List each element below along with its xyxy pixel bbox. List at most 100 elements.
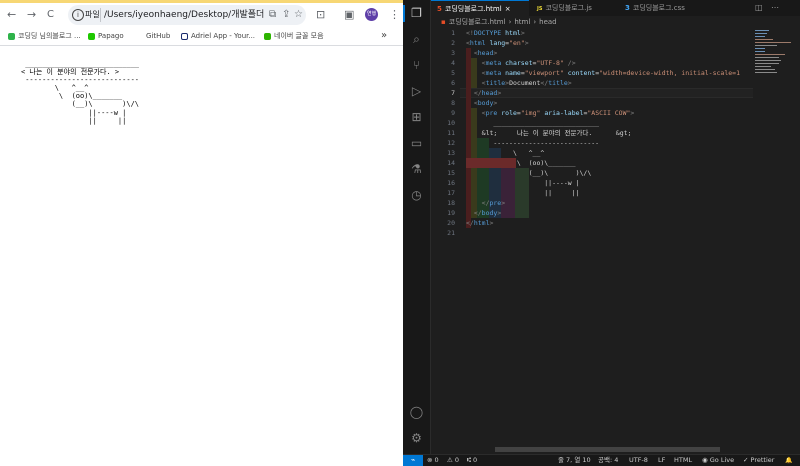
- line-number: 4: [451, 59, 455, 67]
- address-bar[interactable]: i 파일 /Users/iyeonhaeng/Desktop/개발폴더/html…: [68, 5, 306, 25]
- forward-button[interactable]: →: [27, 9, 36, 21]
- info-icon[interactable]: i: [72, 9, 84, 21]
- prettier-status[interactable]: ✓ Prettier: [743, 455, 774, 466]
- code-token: meta: [485, 69, 502, 77]
- minimap-line: [755, 66, 771, 68]
- code-line[interactable]: \ ^__^: [466, 148, 544, 158]
- code-line[interactable]: </pre>: [466, 198, 506, 208]
- code-line[interactable]: ---------------------------: [466, 138, 599, 148]
- code-token: >: [501, 199, 506, 207]
- line-number: 18: [447, 199, 455, 207]
- code-line[interactable]: <title>Document</title>: [466, 78, 572, 88]
- code-line[interactable]: ___________________________: [466, 118, 599, 128]
- notifications-bell-icon[interactable]: 🔔: [785, 455, 792, 466]
- cursor-position[interactable]: 줄 7, 열 10: [558, 455, 591, 466]
- breadcrumb-html[interactable]: html: [514, 18, 530, 26]
- indentation-setting[interactable]: 공백: 4: [598, 455, 618, 466]
- bookmark-item[interactable]: GitHub: [136, 30, 170, 42]
- extensions-icon[interactable]: ⊞: [409, 110, 424, 125]
- code-line[interactable]: <body>: [466, 98, 498, 108]
- tab-css[interactable]: 3 코딩딩블로그.css: [619, 0, 709, 16]
- tab-html[interactable]: 5 코딩딩블로그.html ×: [431, 0, 529, 16]
- code-line[interactable]: <meta charset="UTF-8" />: [466, 58, 576, 68]
- code-token: pre: [489, 199, 502, 207]
- code-line[interactable]: <!DOCTYPE html>: [466, 28, 525, 38]
- code-line[interactable]: || ||: [466, 188, 579, 198]
- back-button[interactable]: ←: [7, 9, 16, 21]
- search-icon[interactable]: ⌕: [409, 32, 424, 47]
- html-file-icon: 5: [437, 5, 442, 13]
- manage-gear-icon[interactable]: ⚙: [409, 431, 424, 446]
- code-line[interactable]: <meta name="viewport" content="width=dev…: [466, 68, 740, 78]
- url-text[interactable]: /Users/iyeonhaeng/Desktop/개발폴더/html테...: [104, 8, 264, 22]
- bookmark-item[interactable]: Papago: [88, 30, 124, 42]
- close-icon[interactable]: ×: [505, 5, 511, 13]
- code-line[interactable]: </head>: [466, 88, 501, 98]
- code-token: &lt; 나는 이 분야의 전문가다. &gt;: [466, 129, 632, 137]
- code-editor[interactable]: 1 2 3 4 5 6 7 8 9 10 11 12 13 14 15 16 17 18 19 20 21 <!DOCT…: [431, 28, 753, 448]
- vscode-window: ❐ ⌕ ⑂ ▷ ⊞ ▭ ⚗ ◷ ◯ ⚙ 5 코딩딩블로그.html × JS 코딩딩블로그.js 3…: [403, 0, 800, 466]
- remote-explorer-icon[interactable]: ▭: [409, 136, 424, 151]
- code-line[interactable]: &lt; 나는 이 분야의 전문가다. &gt;: [466, 128, 632, 138]
- warnings-count[interactable]: ⚠ 0: [447, 455, 459, 466]
- minimap-line: [755, 63, 779, 65]
- bookmark-item[interactable]: 네이버 글꼴 모음: [264, 30, 324, 42]
- profile-avatar[interactable]: 연행: [365, 8, 378, 21]
- encoding-setting[interactable]: UTF-8: [629, 455, 648, 466]
- language-mode[interactable]: HTML: [674, 455, 692, 466]
- minimap-line: [755, 42, 791, 44]
- minimap-line: [755, 72, 777, 74]
- code-line[interactable]: <html lang="en">: [466, 38, 529, 48]
- code-token: "img": [520, 109, 541, 117]
- page-content: ___________________________ < 나는 이 분야의 전…: [0, 45, 403, 466]
- translate-icon[interactable]: ⧉: [269, 8, 276, 22]
- go-live-button[interactable]: ◉ Go Live: [702, 455, 734, 466]
- accounts-icon[interactable]: ◯: [409, 405, 424, 420]
- bookmark-item[interactable]: Adriel App - Your...: [181, 30, 255, 42]
- line-number: 21: [447, 229, 455, 237]
- breadcrumb-file[interactable]: 코딩딩블로그.html: [449, 18, 506, 26]
- activity-bar: ❐ ⌕ ⑂ ▷ ⊞ ▭ ⚗ ◷ ◯ ⚙: [403, 0, 431, 454]
- timeline-icon[interactable]: ◷: [409, 188, 424, 203]
- bookmark-item[interactable]: 코딩딩 님의블로그 ...: [8, 30, 81, 42]
- source-control-icon[interactable]: ⑂: [409, 58, 424, 73]
- bookmark-star-icon[interactable]: ☆: [294, 8, 303, 22]
- breadcrumb-head[interactable]: head: [539, 18, 556, 26]
- minimap[interactable]: [753, 28, 800, 448]
- code-line[interactable]: (__)\ )\/\: [466, 168, 592, 178]
- code-line[interactable]: \ (oo)\_______: [466, 158, 576, 168]
- share-icon[interactable]: ⇪: [282, 8, 290, 22]
- split-editor-icon[interactable]: ◫: [755, 2, 763, 14]
- remote-indicator-icon[interactable]: ⌁: [403, 455, 423, 466]
- more-actions-icon[interactable]: ⋯: [771, 2, 779, 14]
- bookmarks-overflow-button[interactable]: »: [381, 30, 387, 42]
- ascii-cow-art: ___________________________ < 나는 이 분야의 전…: [21, 60, 140, 125]
- side-panel-icon[interactable]: ▣: [344, 8, 354, 21]
- errors-count[interactable]: ⊗ 0: [427, 455, 439, 466]
- extensions-puzzle-icon[interactable]: ⊡: [316, 8, 325, 21]
- code-line[interactable]: <pre role="img" aria-label="ASCII COW">: [466, 108, 635, 118]
- eol-setting[interactable]: LF: [658, 455, 665, 466]
- line-number: 3: [451, 49, 455, 57]
- explorer-icon[interactable]: ❐: [409, 6, 424, 21]
- code-token: ---------------------------: [466, 139, 600, 147]
- run-debug-icon[interactable]: ▷: [409, 84, 424, 99]
- current-line-highlight: [460, 88, 753, 98]
- ports-count[interactable]: ⑆ 0: [467, 455, 477, 466]
- code-token: >: [567, 79, 572, 87]
- code-line[interactable]: ||----w |: [466, 178, 580, 188]
- code-line[interactable]: </body>: [466, 208, 501, 218]
- testing-icon[interactable]: ⚗: [409, 162, 424, 177]
- bookmarks-bar: 코딩딩 님의블로그 ... Papago GitHub Adriel App -…: [0, 30, 403, 42]
- code-line[interactable]: </html>: [466, 218, 493, 228]
- code-token: ||----w |: [466, 179, 580, 187]
- reload-button[interactable]: C: [47, 9, 54, 21]
- horizontal-scrollbar[interactable]: [495, 447, 720, 452]
- code-line[interactable]: <head>: [466, 48, 498, 58]
- browser-menu-icon[interactable]: ⋮: [389, 8, 400, 21]
- tab-js[interactable]: JS 코딩딩블로그.js: [531, 0, 617, 16]
- breadcrumb: ▪ 코딩딩블로그.html › html › head: [441, 18, 557, 26]
